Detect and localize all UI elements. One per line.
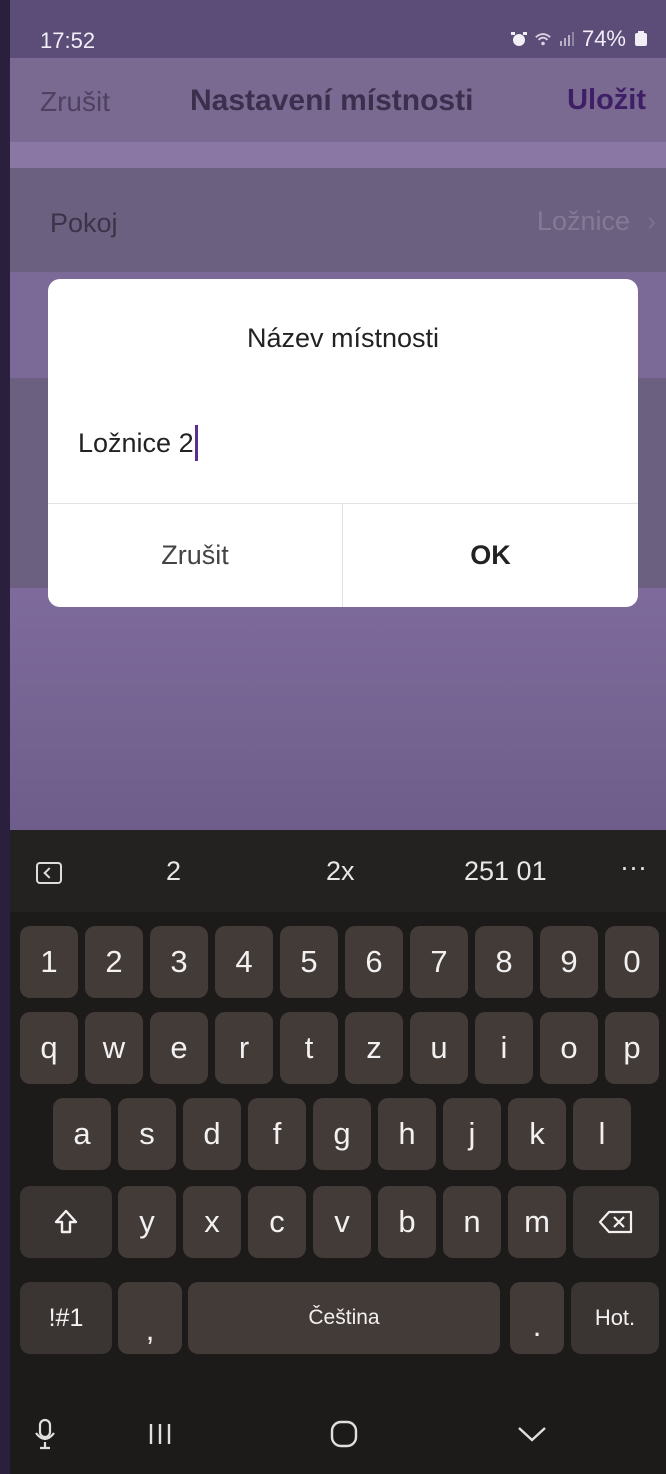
key[interactable]: x (183, 1186, 241, 1258)
phone-screen: 17:52 74% Zrušit Nastavení místnosti Ulo… (10, 0, 666, 1474)
battery-percent: 74% (581, 26, 626, 51)
section-band (10, 142, 666, 168)
enter-key[interactable]: Hot. (571, 1282, 659, 1354)
room-row-value: Ložnice (536, 206, 630, 236)
space-key[interactable]: Čeština (188, 1282, 500, 1354)
key[interactable]: j (443, 1098, 501, 1170)
text-caret (194, 425, 198, 461)
page-title: Nastavení místnosti (190, 84, 474, 117)
alarm-icon (510, 32, 527, 46)
room-name-input[interactable]: Ložnice 2 (78, 423, 198, 463)
dialog-cancel-button[interactable]: Zrušit (48, 504, 342, 607)
backspace-key[interactable] (573, 1186, 659, 1258)
key[interactable]: z (345, 1012, 403, 1084)
period-key[interactable]: . (510, 1282, 564, 1354)
comma-key[interactable]: , (118, 1282, 182, 1354)
key[interactable]: c (248, 1186, 306, 1258)
status-right: 74% (510, 26, 650, 52)
status-bar: 17:52 74% (10, 0, 666, 58)
key[interactable]: 4 (215, 926, 273, 998)
key[interactable]: 1 (20, 926, 78, 998)
room-name-dialog: Název místnosti Ložnice 2 Zrušit OK (48, 279, 638, 607)
dialog-ok-button[interactable]: OK (343, 504, 638, 607)
key[interactable]: f (248, 1098, 306, 1170)
key[interactable]: 0 (605, 926, 659, 998)
suggestion-item[interactable]: 251 01 (464, 856, 547, 887)
key[interactable]: o (540, 1012, 598, 1084)
key[interactable]: 5 (280, 926, 338, 998)
background-area (10, 588, 666, 830)
shift-icon (54, 1209, 78, 1234)
key[interactable]: k (508, 1098, 566, 1170)
symbols-key[interactable]: !#1 (20, 1282, 112, 1354)
suggestion-bar: 2 2x 251 01 ··· (10, 830, 666, 912)
keyboard: 2 2x 251 01 ··· 1 2 3 4 5 6 7 8 9 0 q w … (10, 830, 666, 1474)
more-options-icon[interactable]: ··· (620, 852, 647, 883)
key[interactable]: b (378, 1186, 436, 1258)
key[interactable]: 3 (150, 926, 208, 998)
key[interactable]: u (410, 1012, 468, 1084)
key[interactable]: s (118, 1098, 176, 1170)
key[interactable]: y (118, 1186, 176, 1258)
room-row[interactable]: Pokoj Ložnice › (10, 168, 666, 272)
key[interactable]: q (20, 1012, 78, 1084)
key[interactable]: 9 (540, 926, 598, 998)
key[interactable]: h (378, 1098, 436, 1170)
suggestion-item[interactable]: 2 (166, 856, 181, 887)
wifi-icon (535, 33, 551, 46)
recent-apps-icon[interactable] (140, 1416, 180, 1452)
header-cancel-button[interactable]: Zrušit (40, 86, 110, 118)
key[interactable]: i (475, 1012, 533, 1084)
navigation-bar (10, 1396, 666, 1474)
home-icon[interactable] (324, 1416, 364, 1452)
key[interactable]: e (150, 1012, 208, 1084)
app-header: Zrušit Nastavení místnosti Uložit (10, 58, 666, 142)
key[interactable]: 6 (345, 926, 403, 998)
keyboard-collapse-icon[interactable] (36, 862, 62, 884)
shift-key[interactable] (20, 1186, 112, 1258)
key[interactable]: a (53, 1098, 111, 1170)
status-time: 17:52 (40, 28, 96, 53)
suggestion-item[interactable]: 2x (326, 856, 355, 887)
key[interactable]: 2 (85, 926, 143, 998)
key[interactable]: 7 (410, 926, 468, 998)
key[interactable]: v (313, 1186, 371, 1258)
key[interactable]: 8 (475, 926, 533, 998)
key[interactable]: n (443, 1186, 501, 1258)
key[interactable]: d (183, 1098, 241, 1170)
microphone-icon[interactable] (30, 1416, 60, 1452)
key[interactable]: m (508, 1186, 566, 1258)
room-name-input-value: Ložnice 2 (78, 427, 194, 458)
key[interactable]: t (280, 1012, 338, 1084)
backspace-icon (598, 1210, 633, 1234)
header-save-button[interactable]: Uložit (567, 84, 646, 117)
battery-icon (635, 31, 647, 46)
signal-icon (559, 32, 574, 46)
room-row-label: Pokoj (50, 208, 118, 238)
key[interactable]: w (85, 1012, 143, 1084)
key[interactable]: l (573, 1098, 631, 1170)
hide-keyboard-icon[interactable] (512, 1416, 552, 1452)
key[interactable]: p (605, 1012, 659, 1084)
key[interactable]: g (313, 1098, 371, 1170)
key[interactable]: r (215, 1012, 273, 1084)
chevron-right-icon: › (647, 206, 656, 236)
dialog-title: Název místnosti (246, 323, 440, 353)
